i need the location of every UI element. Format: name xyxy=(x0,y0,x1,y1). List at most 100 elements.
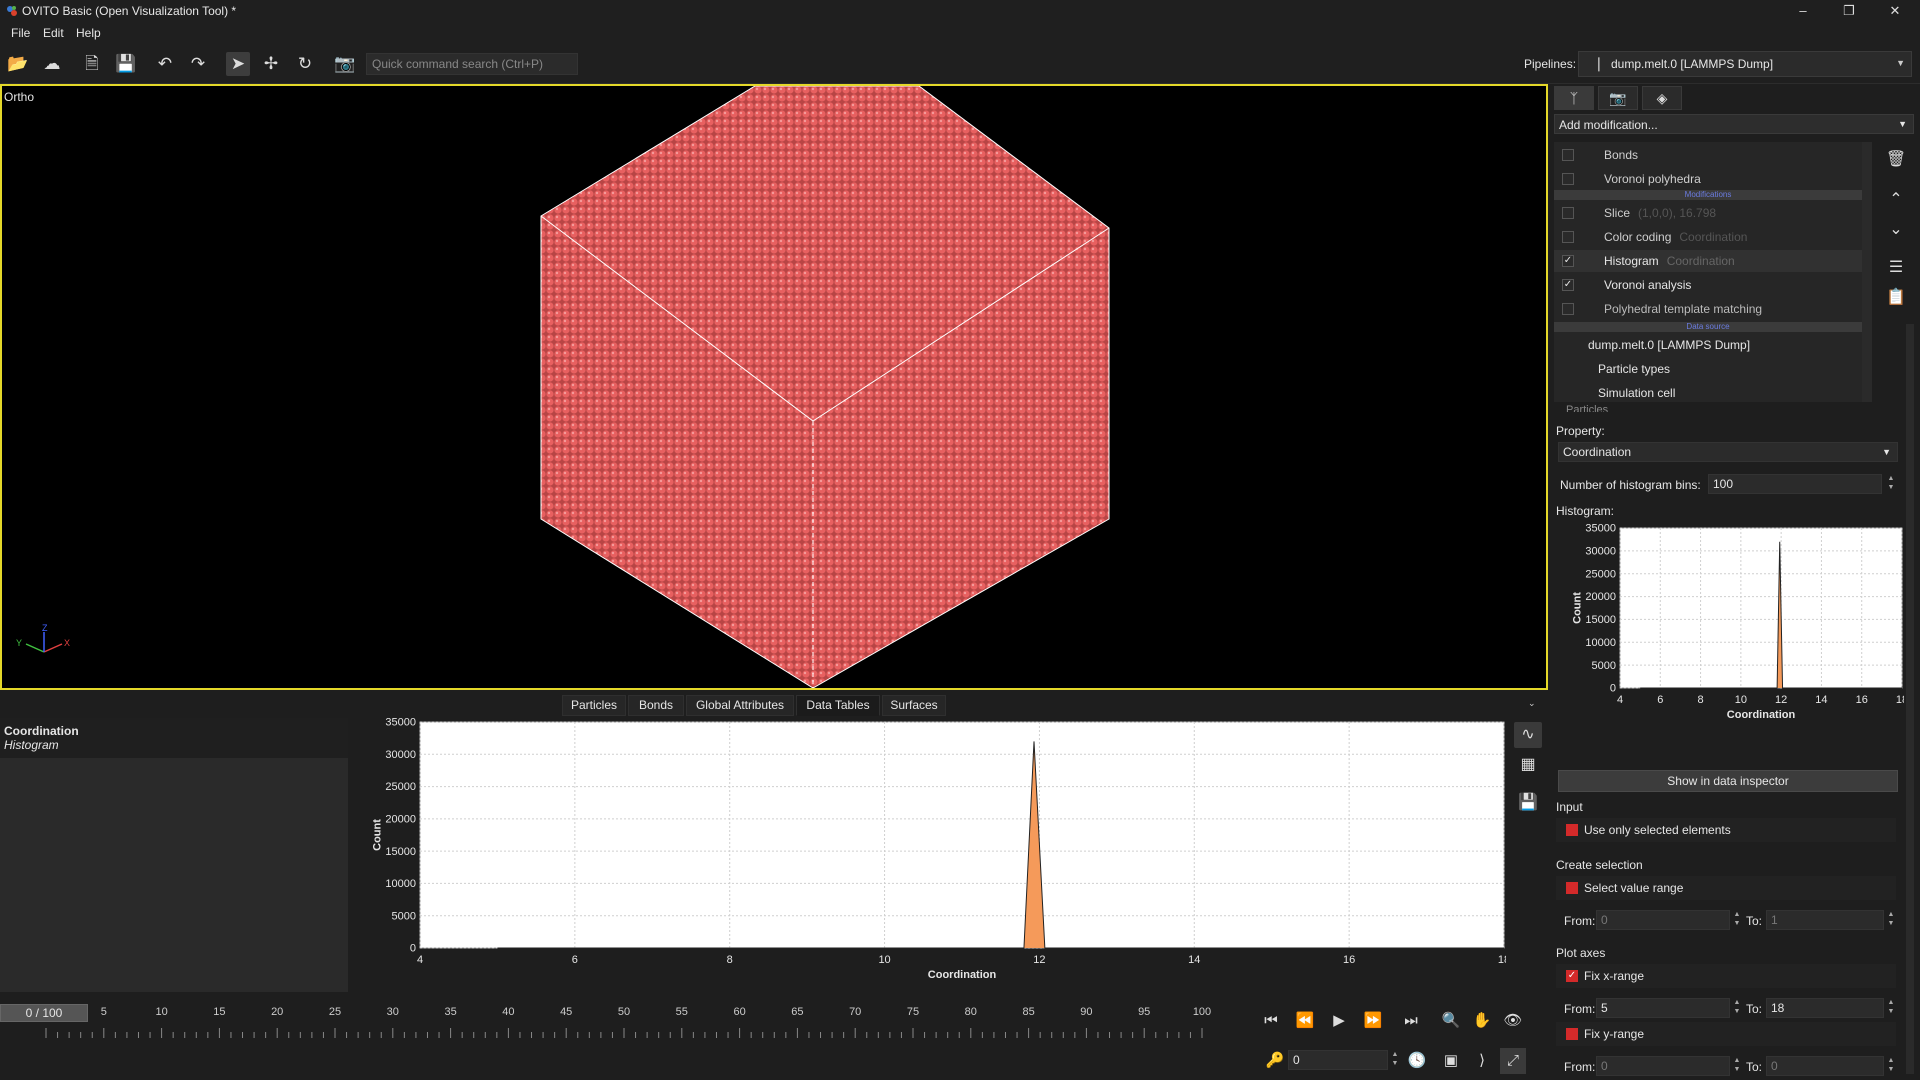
x-from-spinner[interactable]: ▲ ▼ xyxy=(1730,998,1744,1018)
tab-bonds[interactable]: Bonds xyxy=(628,695,684,716)
particle-types-item[interactable]: Particle types xyxy=(1554,358,1862,380)
collapse-chevron-icon[interactable]: ⌄ xyxy=(1528,698,1536,709)
pan-icon[interactable]: ✋ xyxy=(1469,1008,1495,1034)
timeline-tick-label: 30 xyxy=(386,1006,399,1018)
sel-to-spinner[interactable]: ▲ ▼ xyxy=(1884,910,1898,930)
visual-voronoi-checkbox[interactable] xyxy=(1562,173,1574,185)
frame-spinner-arrows[interactable]: ▲ ▼ xyxy=(1388,1050,1402,1070)
goto-end-icon[interactable]: ⏭ xyxy=(1398,1008,1424,1034)
step-forward-icon[interactable]: ⏩ xyxy=(1360,1008,1386,1034)
property-select[interactable]: Coordination ▼ xyxy=(1558,442,1898,462)
modifier-item-voronoi-analysis[interactable]: ✓ Voronoi analysis xyxy=(1554,274,1862,296)
data-source-item[interactable]: dump.melt.0 [LAMMPS Dump] xyxy=(1554,334,1862,356)
animation-timeline[interactable]: 0 / 100 5 10 15 20 25 30 35 40 45 50 55 60 65 70 75 80 8… xyxy=(0,994,1240,1080)
delete-trash-icon[interactable]: 🗑 xyxy=(1884,148,1908,172)
sel-from-field[interactable]: 0 xyxy=(1596,910,1730,930)
fix-y-range-row[interactable]: Fix y-range xyxy=(1556,1022,1896,1046)
move-up-chevron-icon[interactable]: ⌃ xyxy=(1884,188,1908,212)
visual-item-voronoi-polyhedra[interactable]: Voronoi polyhedra xyxy=(1554,168,1862,190)
clipboard-icon[interactable]: 📋 xyxy=(1884,286,1908,310)
pipeline-list-scrollbar[interactable] xyxy=(1862,142,1872,402)
quick-command-search[interactable]: Quick command search (Ctrl+P) xyxy=(366,53,578,75)
move-icon[interactable]: ✢ xyxy=(259,52,283,76)
rotate-icon[interactable]: ↻ xyxy=(293,52,317,76)
goto-start-icon[interactable]: ⏮ xyxy=(1258,1008,1284,1034)
save-data-icon[interactable]: 💾 xyxy=(1514,790,1542,816)
pipeline-selector[interactable]: ❘ dump.melt.0 [LAMMPS Dump] ▼ xyxy=(1578,51,1912,77)
restore-button[interactable]: ❐ xyxy=(1826,0,1872,22)
tab-pipeline[interactable]: ᛉ xyxy=(1554,86,1594,110)
minimize-button[interactable]: – xyxy=(1780,0,1826,22)
modifier-item-slice[interactable]: Slice (1,0,0), 16.798 xyxy=(1554,202,1862,224)
key-icon[interactable]: 🔑 xyxy=(1262,1048,1288,1074)
modifier-item-color-coding[interactable]: Color coding Coordination xyxy=(1554,226,1862,248)
visual-bonds-checkbox[interactable] xyxy=(1562,149,1574,161)
panel-scrollbar[interactable] xyxy=(1906,324,1914,1074)
bins-field[interactable]: 100 xyxy=(1708,474,1882,494)
select-value-range-checkbox[interactable] xyxy=(1566,882,1578,894)
bins-spinner[interactable]: ▲ ▼ xyxy=(1884,474,1898,494)
fix-x-range-checkbox[interactable]: ✓ xyxy=(1566,970,1578,982)
tab-overlays[interactable]: ◈ xyxy=(1642,86,1682,110)
selection-mode-icon[interactable]: ➤ xyxy=(226,52,250,76)
sel-to-field[interactable]: 1 xyxy=(1766,910,1884,930)
zoom-icon[interactable]: 🔍 xyxy=(1438,1008,1464,1034)
ptm-checkbox[interactable] xyxy=(1562,303,1574,315)
use-selected-row[interactable]: Use only selected elements xyxy=(1556,818,1896,842)
select-value-range-row[interactable]: Select value range xyxy=(1556,876,1896,900)
y-tick-label: 5000 xyxy=(392,910,416,922)
move-down-chevron-icon[interactable]: ⌄ xyxy=(1884,218,1908,242)
undo-icon[interactable]: ↶ xyxy=(153,52,177,76)
cloud-upload-icon[interactable]: ☁ xyxy=(40,52,64,76)
frame-spinner[interactable]: 0 xyxy=(1288,1050,1388,1070)
y-to-field[interactable]: 0 xyxy=(1766,1056,1884,1076)
zoom-all-icon[interactable]: ▣ xyxy=(1438,1048,1464,1074)
x-to-spinner[interactable]: ▲ ▼ xyxy=(1884,998,1898,1018)
table-view-icon[interactable]: ▦ xyxy=(1514,752,1542,778)
menu-list-icon[interactable]: ☰ xyxy=(1884,256,1908,280)
slice-checkbox[interactable] xyxy=(1562,207,1574,219)
use-selected-checkbox[interactable] xyxy=(1566,824,1578,836)
open-folder-icon[interactable]: 📂 xyxy=(6,52,30,76)
x-from-field[interactable]: 5 xyxy=(1596,998,1730,1018)
y-to-spinner[interactable]: ▲ ▼ xyxy=(1884,1056,1898,1076)
play-icon[interactable]: ▶ xyxy=(1326,1008,1352,1034)
fix-x-range-row[interactable]: ✓ Fix x-range xyxy=(1556,964,1896,988)
voronoi-analysis-checkbox[interactable]: ✓ xyxy=(1562,279,1574,291)
simulation-cell-item[interactable]: Simulation cell xyxy=(1554,382,1862,402)
fov-icon[interactable]: ⟩ xyxy=(1469,1048,1495,1074)
tab-render[interactable]: 📷 xyxy=(1598,86,1638,110)
list-item-coordination[interactable]: Coordination Histogram xyxy=(0,718,348,758)
visual-item-bonds[interactable]: Bonds xyxy=(1554,144,1862,166)
camera-icon[interactable]: 📷 xyxy=(333,52,357,76)
viewport-ortho[interactable]: Ortho Y Z X xyxy=(0,84,1548,690)
plot-view-icon[interactable]: ∿ xyxy=(1514,722,1542,748)
modifier-item-histogram[interactable]: ✓ Histogram Coordination xyxy=(1554,250,1862,272)
animation-settings-clock-icon[interactable]: 🕓 xyxy=(1404,1048,1430,1074)
tab-data-tables[interactable]: Data Tables xyxy=(796,695,880,716)
menu-edit[interactable]: Edit xyxy=(43,26,64,40)
menu-file[interactable]: File xyxy=(11,26,30,40)
load-session-icon[interactable]: 🗎 xyxy=(80,52,104,76)
y-from-field[interactable]: 0 xyxy=(1596,1056,1730,1076)
color-coding-checkbox[interactable] xyxy=(1562,231,1574,243)
step-back-icon[interactable]: ⏪ xyxy=(1292,1008,1318,1034)
tab-particles[interactable]: Particles xyxy=(562,695,626,716)
add-modification-dropdown[interactable]: Add modification... ▼ xyxy=(1554,114,1914,134)
modifier-item-ptm[interactable]: Polyhedral template matching xyxy=(1554,298,1862,320)
maximize-viewport-icon[interactable]: ⤢ xyxy=(1500,1048,1526,1074)
histogram-checkbox[interactable]: ✓ xyxy=(1562,255,1574,267)
fix-y-range-checkbox[interactable] xyxy=(1566,1028,1578,1040)
tab-surfaces[interactable]: Surfaces xyxy=(882,695,946,716)
x-tick-label: 12 xyxy=(1775,694,1787,706)
redo-icon[interactable]: ↷ xyxy=(186,52,210,76)
y-from-spinner[interactable]: ▲ ▼ xyxy=(1730,1056,1744,1076)
tab-global-attributes[interactable]: Global Attributes xyxy=(686,695,794,716)
orbit-eye-icon[interactable]: 👁 xyxy=(1500,1008,1526,1034)
x-to-field[interactable]: 18 xyxy=(1766,998,1884,1018)
save-session-icon[interactable]: 💾 xyxy=(114,52,138,76)
show-in-data-inspector-button[interactable]: Show in data inspector xyxy=(1558,770,1898,792)
sel-from-spinner[interactable]: ▲ ▼ xyxy=(1730,910,1744,930)
menu-help[interactable]: Help xyxy=(76,26,101,40)
close-button[interactable]: ✕ xyxy=(1872,0,1918,22)
